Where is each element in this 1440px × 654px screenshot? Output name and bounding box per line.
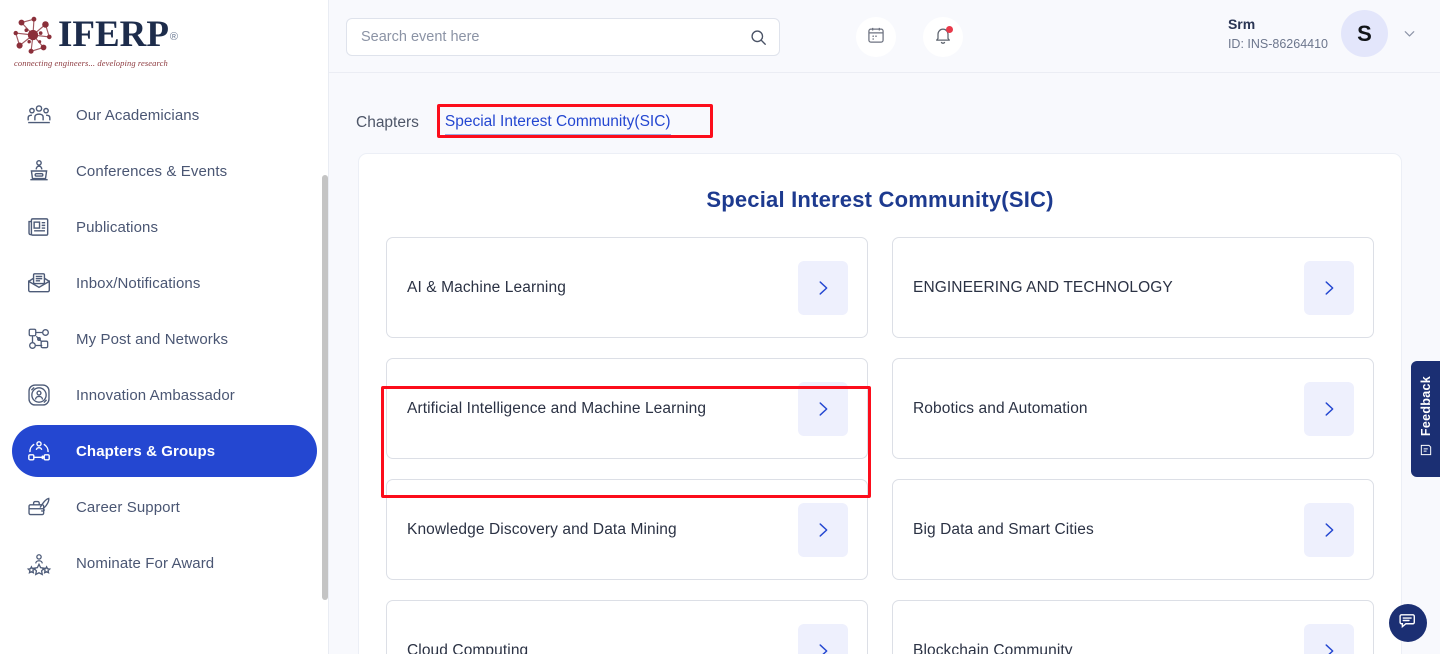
calendar-icon [866,25,886,50]
main-content: Chapters Special Interest Community(SIC)… [329,73,1440,654]
community-card-grid: AI & Machine Learning ENGINEERING AND TE… [386,237,1374,654]
people-group-icon [22,98,56,132]
sidebar-scrollbar[interactable] [322,175,328,600]
user-menu[interactable]: Srm ID: INS-86264410 S [1228,10,1418,57]
sidebar-item-inbox-notifications[interactable]: Inbox/Notifications [12,257,317,309]
brand-tagline: connecting engineers... developing resea… [14,58,168,68]
sidebar-item-label: Nominate For Award [76,554,215,572]
sidebar-item-chapters-groups[interactable]: Chapters & Groups [12,425,317,477]
sidebar-item-label: My Post and Networks [76,330,229,348]
sidebar-item-label: Career Support [76,498,180,516]
community-card-big-data-and-smart-cities[interactable]: Big Data and Smart Cities [892,479,1374,580]
card-label: Cloud Computing [407,641,529,654]
feedback-note-icon [1419,443,1433,462]
sidebar-item-conferences-events[interactable]: Conferences & Events [12,145,317,197]
card-label: Artificial Intelligence and Machine Lear… [407,399,707,417]
briefcase-rocket-icon [22,490,56,524]
card-label: ENGINEERING AND TECHNOLOGY [913,278,1173,296]
community-card-knowledge-discovery-and-data-mining[interactable]: Knowledge Discovery and Data Mining [386,479,868,580]
sidebar-item-label: Publications [76,218,159,236]
card-label: Knowledge Discovery and Data Mining [407,520,677,538]
community-card-robotics-and-automation[interactable]: Robotics and Automation [892,358,1374,459]
iferp-molecule-logo-icon [13,16,52,54]
search-input[interactable] [347,29,737,45]
feedback-label: Feedback [1418,375,1433,437]
sidebar-item-label: Innovation Ambassador [76,386,235,404]
newspaper-icon [22,210,56,244]
notifications-button[interactable] [923,17,963,57]
chevron-right-icon[interactable] [1304,260,1354,315]
chevron-right-icon[interactable] [1304,381,1354,436]
person-stars-icon [22,546,56,580]
chevron-right-icon[interactable] [798,623,848,654]
community-card-cloud-computing[interactable]: Cloud Computing [386,600,868,654]
tab-chapters[interactable]: Chapters [356,114,419,135]
sidebar-item-label: Inbox/Notifications [76,274,201,292]
brand-logo[interactable]: IFERP ® connecting engineers... developin… [10,12,190,72]
community-card-engineering-and-technology[interactable]: ENGINEERING AND TECHNOLOGY [892,237,1374,338]
user-name: Srm [1227,15,1256,32]
sidebar-item-our-academicians[interactable]: Our Academicians [12,89,317,141]
sidebar-nav: Our Academicians Conferences & Events Pu… [0,85,328,593]
search-box[interactable] [346,18,780,56]
envelope-open-icon [22,266,56,300]
sidebar-item-innovation-ambassador[interactable]: Innovation Ambassador [12,369,317,421]
page-title: Special Interest Community(SIC) [706,187,1054,212]
chat-button[interactable] [1389,604,1427,642]
avatar[interactable]: S [1341,10,1388,57]
user-id: ID: INS-86264410 [1227,36,1328,51]
notification-badge-dot [946,26,953,33]
sidebar-item-nominate-for-award[interactable]: Nominate For Award [12,537,317,589]
network-nodes-icon [22,322,56,356]
sidebar-item-my-post-and-networks[interactable]: My Post and Networks [12,313,317,365]
sidebar-item-label: Conferences & Events [76,162,228,180]
content-tabs: Chapters Special Interest Community(SIC) [356,104,713,138]
card-label: Big Data and Smart Cities [913,520,1094,538]
card-label: Blockchain Community [913,641,1073,654]
community-card-ai-machine-learning[interactable]: AI & Machine Learning [386,237,868,338]
sidebar: IFERP ® connecting engineers... developin… [0,0,329,654]
sidebar-item-publications[interactable]: Publications [12,201,317,253]
tab-sic-wrapper: Special Interest Community(SIC) [436,104,713,138]
chevron-right-icon[interactable] [798,502,848,557]
brand-wordmark: IFERP ® [58,14,178,55]
sic-panel: Special Interest Community(SIC) AI & Mac… [358,153,1402,654]
chevron-right-icon[interactable] [798,260,848,315]
connected-people-icon [22,434,56,468]
calendar-button[interactable] [856,17,896,57]
top-header: Srm ID: INS-86264410 S [329,0,1440,73]
feedback-tab[interactable]: Feedback [1411,361,1440,477]
sidebar-item-label: Chapters & Groups [76,442,216,460]
tab-special-interest-community[interactable]: Special Interest Community(SIC) [444,113,671,136]
badge-person-circle-icon [22,378,56,412]
chevron-right-icon[interactable] [798,381,848,436]
chevron-right-icon[interactable] [1304,502,1354,557]
podium-speaker-icon [22,154,56,188]
chevron-right-icon[interactable] [1304,623,1354,654]
search-icon[interactable] [737,19,779,55]
card-label: AI & Machine Learning [407,278,566,296]
chat-bubble-icon [1398,610,1419,636]
community-card-artificial-intelligence-and-machine-learning[interactable]: Artificial Intelligence and Machine Lear… [386,358,868,459]
user-info: Srm ID: INS-86264410 [1228,15,1328,53]
chevron-down-icon[interactable] [1401,25,1418,42]
sidebar-item-career-support[interactable]: Career Support [12,481,317,533]
sidebar-item-label: Our Academicians [76,106,200,124]
card-label: Robotics and Automation [913,399,1088,417]
community-card-blockchain-community[interactable]: Blockchain Community [892,600,1374,654]
app-root: IFERP ® connecting engineers... developin… [0,0,1440,654]
